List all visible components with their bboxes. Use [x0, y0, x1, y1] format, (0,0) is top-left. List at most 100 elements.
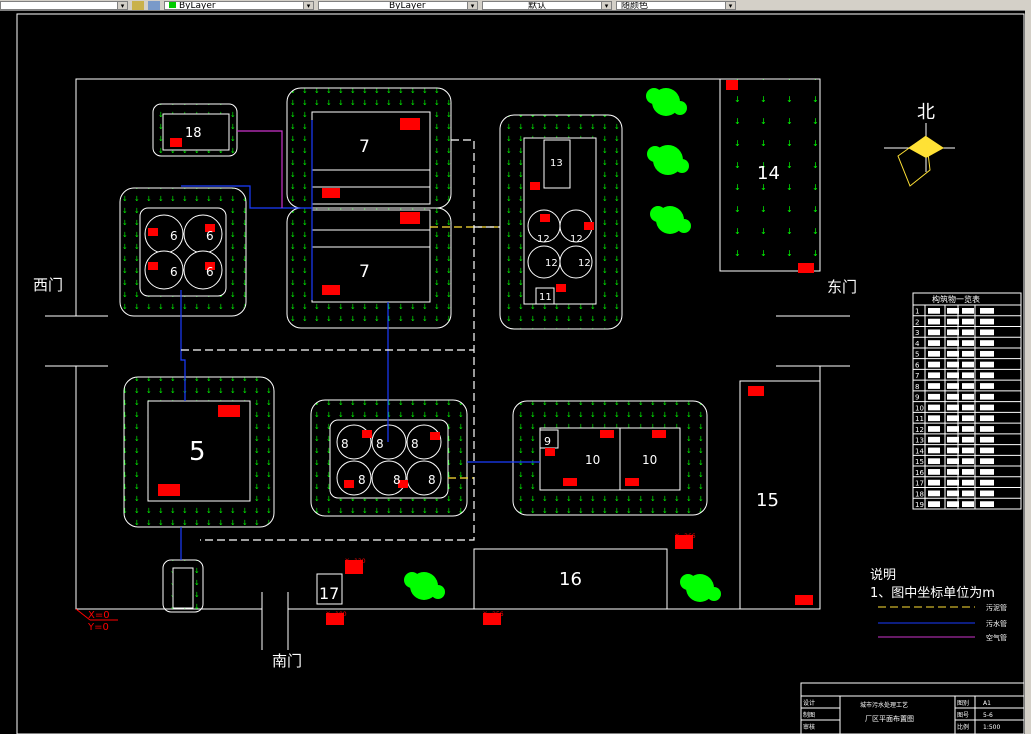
label-18: 18	[185, 126, 202, 141]
table-cell-mark	[962, 501, 974, 507]
table-cell-mark	[980, 361, 994, 368]
legend-title: 说明	[870, 568, 896, 583]
table-cell-mark	[928, 350, 940, 357]
coord-text: Y=0	[482, 619, 496, 626]
label-8: 8	[341, 437, 349, 451]
table-cell-mark	[980, 308, 994, 314]
table-row-number: 1	[915, 308, 919, 316]
legend-item-label: 空气管	[986, 633, 1007, 642]
table-cell-mark	[947, 318, 959, 325]
table-cell-mark	[980, 383, 994, 389]
table-row-number: 8	[915, 383, 919, 391]
table-cell-mark	[962, 393, 974, 400]
structure-table: 12345678910111213141516171819	[912, 292, 1022, 510]
table-cell-mark	[928, 383, 940, 389]
title-block-row-label: 制图	[803, 711, 815, 719]
table-row-number: 13	[915, 437, 924, 445]
title-block-row-label: 审核	[803, 723, 815, 731]
table-cell-mark	[928, 329, 940, 336]
label-6: 6	[206, 265, 214, 279]
building-pump	[162, 559, 204, 613]
label-7a: 7	[359, 137, 370, 157]
table-cell-mark	[947, 340, 959, 346]
tree-icon	[404, 572, 445, 600]
table-row-number: 17	[915, 480, 924, 488]
title-block-project: 城市污水处理工艺	[860, 701, 908, 709]
table-cell-mark	[928, 426, 940, 432]
title-block-right-label: 图别	[957, 699, 969, 707]
origin-label: X=0 Y=0	[87, 610, 110, 633]
label-14: 14	[757, 163, 780, 184]
table-cell-mark	[980, 372, 994, 379]
tree-icon	[650, 206, 691, 234]
table-cell-mark	[928, 501, 940, 507]
table-cell-mark	[962, 361, 974, 368]
label-16: 16	[559, 569, 582, 590]
title-block-right-value: 1:500	[983, 724, 1000, 731]
scrollbar[interactable]	[1025, 10, 1031, 734]
label-6: 6	[170, 265, 178, 279]
table-cell-mark	[928, 469, 940, 475]
tree-icon	[647, 145, 689, 175]
table-cell-mark	[928, 458, 940, 465]
table-cell-mark	[947, 383, 959, 389]
table-row-number: 4	[915, 340, 920, 348]
table-cell-mark	[928, 404, 940, 411]
table-cell-mark	[962, 479, 974, 486]
table-cell-mark	[980, 479, 994, 486]
coord-text: Y=0	[325, 619, 339, 626]
table-cell-mark	[947, 393, 959, 400]
table-row-number: 10	[915, 404, 924, 412]
table-cell-mark	[980, 404, 994, 411]
drawing-canvas[interactable]: ↓ ↓	[0, 0, 1025, 734]
table-row-number: 3	[915, 329, 919, 337]
table-cell-mark	[980, 458, 994, 465]
label-12: 12	[545, 258, 558, 269]
table-cell-mark	[980, 393, 994, 400]
table-cell-mark	[980, 469, 994, 475]
label-12: 12	[570, 234, 583, 245]
west-gate-label: 西门	[33, 276, 63, 294]
tree-icon	[680, 574, 721, 602]
label-12: 12	[537, 234, 550, 245]
table-row-number: 12	[915, 426, 924, 434]
table-cell-mark	[947, 404, 959, 411]
table-cell-mark	[947, 490, 959, 497]
table-cell-mark	[980, 318, 994, 325]
table-cell-mark	[947, 415, 959, 422]
building-15-outline	[739, 380, 820, 609]
table-cell-mark	[962, 447, 974, 454]
label-7b: 7	[359, 262, 370, 282]
table-cell-mark	[980, 436, 994, 443]
south-gate-label: 南门	[272, 652, 302, 670]
table-cell-mark	[980, 490, 994, 497]
table-cell-mark	[928, 372, 940, 379]
building-10-group	[512, 400, 708, 516]
table-cell-mark	[947, 308, 959, 314]
table-cell-mark	[928, 308, 940, 314]
table-cell-mark	[947, 372, 959, 379]
label-11: 11	[539, 292, 552, 303]
label-6: 6	[170, 229, 178, 243]
title-block-drawing-name: 厂区平面布置图	[865, 714, 914, 723]
label-12: 12	[578, 258, 591, 269]
label-5: 5	[189, 437, 206, 467]
title-block-right-value: A1	[983, 700, 991, 707]
legend-note: 1、图中坐标单位为m	[870, 586, 995, 601]
legend-item-label: 污泥管	[986, 603, 1007, 612]
table-cell-mark	[962, 426, 974, 432]
table-row-number: 9	[915, 394, 919, 402]
legend-lines	[878, 606, 975, 638]
table-cell-mark	[928, 479, 940, 486]
coord-text: X=266	[675, 533, 696, 540]
legend-item-label: 污水管	[986, 619, 1007, 628]
table-row-number: 16	[915, 469, 924, 477]
table-cell-mark	[962, 469, 974, 475]
table-cell-mark	[947, 447, 959, 454]
label-8: 8	[376, 437, 384, 451]
table-cell-mark	[980, 350, 994, 357]
table-cell-mark	[962, 318, 974, 325]
table-cell-mark	[928, 393, 940, 400]
table-cell-mark	[947, 469, 959, 475]
table-cell-mark	[962, 490, 974, 497]
